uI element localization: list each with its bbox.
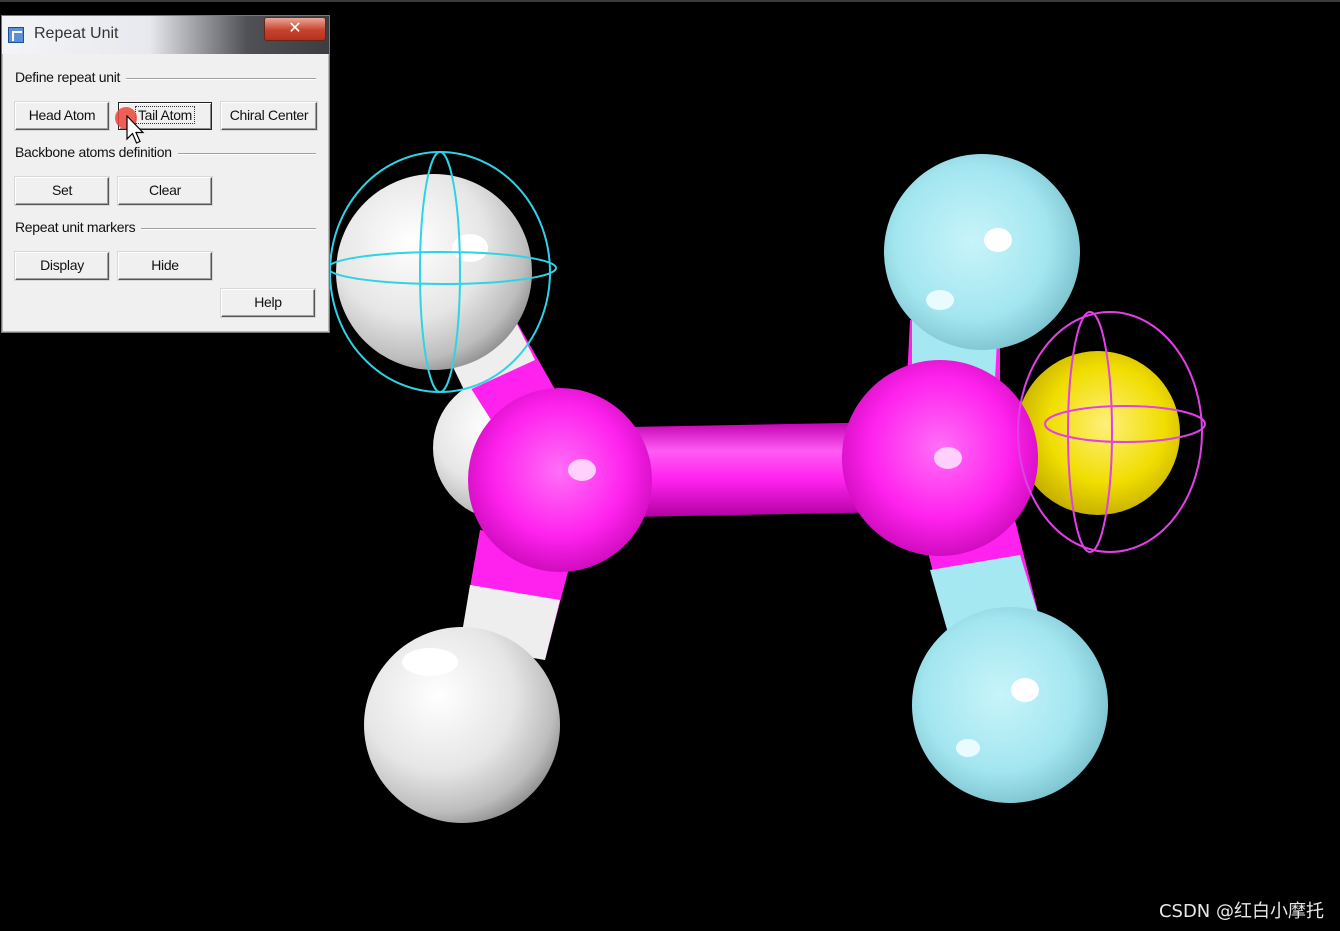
display-button[interactable]: Display	[15, 252, 109, 280]
chiral-center-button[interactable]: Chiral Center	[221, 102, 317, 130]
repeat-unit-dialog: Repeat Unit ✕ Define repeat unit Head At…	[1, 15, 330, 333]
fluorine-reflection-lower	[956, 739, 980, 757]
dialog-titlebar[interactable]: Repeat Unit ✕	[2, 16, 329, 54]
hydrogen-highlight-head	[452, 234, 488, 262]
fluorine-highlight-upper	[984, 228, 1012, 252]
clear-button[interactable]: Clear	[118, 177, 212, 205]
hydrogen-atom-head[interactable]	[336, 174, 532, 370]
mouse-cursor-icon	[126, 115, 145, 144]
carbon-highlight-left	[568, 459, 596, 481]
dialog-body: Define repeat unit Head Atom Tail Atom C…	[6, 54, 325, 326]
group-label-define: Define repeat unit	[15, 69, 127, 85]
close-icon: ✕	[288, 20, 302, 37]
watermark: CSDN @红白小摩托	[1158, 901, 1324, 922]
close-button[interactable]: ✕	[264, 17, 326, 41]
carbon-highlight-right	[934, 447, 962, 469]
window-top-edge	[0, 0, 1340, 2]
dialog-title: Repeat Unit	[34, 25, 119, 42]
help-button[interactable]: Help	[221, 289, 315, 317]
app-icon	[8, 27, 24, 43]
fluorine-highlight-lower	[1011, 678, 1039, 702]
group-label-markers: Repeat unit markers	[15, 219, 142, 235]
hide-button[interactable]: Hide	[118, 252, 212, 280]
fluorine-atom-lower[interactable]	[912, 607, 1108, 803]
hydrogen-highlight-lower	[402, 648, 458, 676]
set-button[interactable]: Set	[15, 177, 109, 205]
fluorine-atom-upper[interactable]	[884, 154, 1080, 350]
group-label-backbone: Backbone atoms definition	[15, 144, 178, 160]
sulfur-atom[interactable]	[1016, 351, 1180, 515]
carbon-atom-left[interactable]	[468, 388, 652, 572]
fluorine-reflection-upper	[926, 290, 954, 310]
hydrogen-atom-lower[interactable]	[364, 627, 560, 823]
head-atom-button[interactable]: Head Atom	[15, 102, 109, 130]
